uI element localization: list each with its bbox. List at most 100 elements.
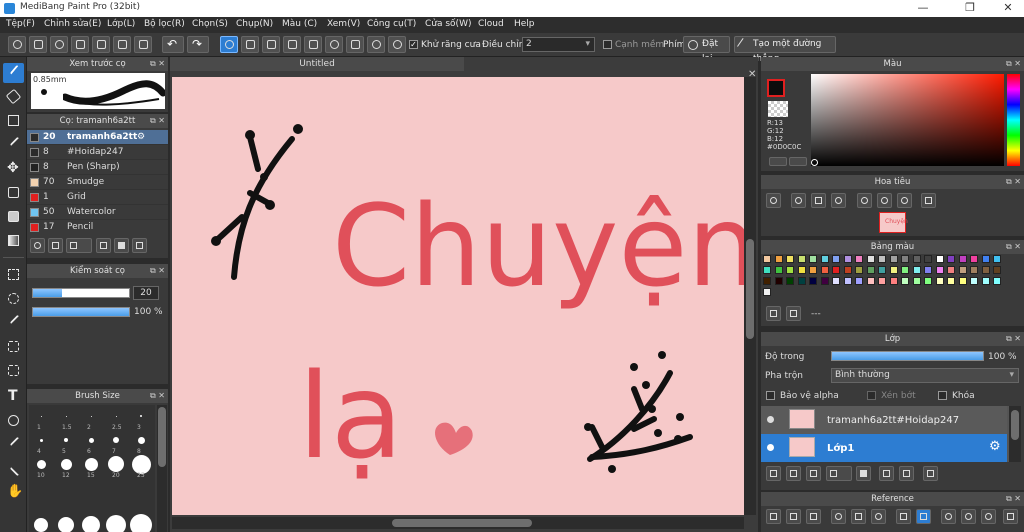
delete-layer-icon[interactable] [923, 466, 938, 481]
palette-add-icon[interactable] [766, 306, 781, 321]
palette-swatch[interactable] [912, 277, 921, 285]
brush-size-option[interactable] [90, 415, 92, 417]
palette-swatch[interactable] [843, 255, 852, 263]
eraser-tool-icon[interactable] [3, 87, 24, 107]
palette-swatch[interactable] [878, 255, 886, 263]
lock-checkbox[interactable] [938, 391, 947, 400]
document-tab[interactable]: Untitled [170, 57, 464, 71]
fit-screen-icon[interactable] [811, 193, 826, 208]
no-snap-icon[interactable] [220, 36, 238, 53]
palette-swatch[interactable] [901, 277, 909, 285]
palette-swatch[interactable] [981, 266, 990, 274]
brush-item[interactable]: 70 Smudge [27, 175, 168, 190]
eyedropper-tool-icon[interactable] [3, 435, 26, 455]
reference-rotate-left-icon[interactable] [941, 509, 956, 524]
palette-swatch[interactable] [958, 277, 967, 285]
palette-swatch[interactable] [763, 288, 771, 296]
reference-close-icon[interactable] [806, 509, 821, 524]
palette-swatch[interactable] [901, 255, 909, 263]
palette-swatch[interactable] [993, 255, 1001, 263]
palette-swatch[interactable] [889, 255, 898, 263]
cross-snap-icon[interactable] [262, 36, 280, 53]
settings-gear-icon[interactable] [388, 36, 406, 53]
brush-size-option[interactable] [84, 457, 98, 471]
comment-icon[interactable] [50, 36, 68, 53]
palette-swatch[interactable] [958, 255, 967, 263]
palette-swatch[interactable] [981, 255, 990, 263]
line-tool-icon[interactable] [3, 135, 26, 155]
reference-open-icon[interactable] [786, 509, 801, 524]
menu-view[interactable]: Xem(V) [327, 19, 360, 29]
layer-opacity-slider[interactable] [831, 351, 984, 361]
palette-swatch[interactable] [935, 266, 944, 274]
redo-icon[interactable]: ↷ [187, 36, 209, 53]
soft-edge-checkbox[interactable] [603, 40, 612, 49]
palette-swatch[interactable] [774, 255, 783, 263]
brush-size-option[interactable] [40, 415, 42, 417]
ellipse-snap-icon[interactable] [367, 36, 385, 53]
color-remove-icon[interactable] [789, 157, 807, 166]
reference-zoom-out-icon[interactable] [871, 509, 886, 524]
brush-opacity-slider[interactable] [32, 307, 130, 317]
palette-swatch[interactable] [832, 266, 840, 274]
brush-size-option[interactable] [137, 436, 145, 444]
palette-swatch[interactable] [809, 255, 817, 263]
grid-icon[interactable] [113, 36, 131, 53]
palette-swatch[interactable] [797, 277, 806, 285]
palette-delete-icon[interactable] [786, 306, 801, 321]
layer-row[interactable]: tramanh6a2tt#Hoidap247 [761, 406, 1007, 434]
palette-swatch[interactable] [924, 255, 932, 263]
layer-row-selected[interactable]: Lớp1 ⚙ [761, 434, 1007, 462]
menu-filter[interactable]: Bộ lọc(R) [144, 19, 185, 29]
select-eraser-icon[interactable] [3, 361, 24, 381]
palette-swatch[interactable] [993, 266, 1001, 274]
brush-item[interactable]: 8 #Hoidap247 [27, 145, 168, 160]
text-tool-icon[interactable]: T [3, 387, 24, 407]
palette-swatch[interactable] [809, 266, 817, 274]
reference-eyedropper-icon[interactable] [896, 509, 911, 524]
undo-icon[interactable]: ↶ [162, 36, 184, 53]
reference-hand-icon[interactable] [916, 509, 931, 524]
brush-size-option[interactable] [36, 459, 46, 469]
move-tool-icon[interactable]: ✥ [3, 159, 24, 179]
brush-tool-icon[interactable] [3, 63, 26, 83]
menu-window[interactable]: Cửa số(W) [425, 19, 471, 29]
menu-tools[interactable]: Công cụ(T) [367, 19, 416, 29]
palette-swatch[interactable] [820, 277, 829, 285]
brush-size-option[interactable] [64, 438, 68, 442]
palette-swatch[interactable] [924, 266, 932, 274]
brush-size-slider[interactable] [32, 288, 130, 298]
palette-swatch[interactable] [912, 255, 921, 263]
document-icon[interactable] [71, 36, 89, 53]
canvas-vertical-scrollbar[interactable] [744, 77, 756, 515]
new-layer-icon[interactable] [766, 466, 781, 481]
zoom-in-2-icon[interactable] [791, 193, 806, 208]
zoom-in-icon[interactable] [766, 193, 781, 208]
rect-tool-icon[interactable] [3, 111, 24, 131]
palette-swatch[interactable] [947, 277, 955, 285]
curve-snap-icon[interactable] [346, 36, 364, 53]
duplicate-icon[interactable] [132, 238, 147, 253]
palette-swatch[interactable] [981, 277, 990, 285]
radial-snap-icon[interactable] [304, 36, 322, 53]
brush-size-option[interactable] [113, 437, 119, 443]
brush-size-option[interactable] [58, 517, 74, 532]
palette-swatch[interactable] [901, 266, 909, 274]
add-brush-menu-icon[interactable] [66, 238, 92, 253]
color-add-icon[interactable] [769, 157, 787, 166]
palette-swatch[interactable] [878, 266, 886, 274]
brush-item[interactable]: 17 Pencil [27, 220, 168, 234]
rotate-reset-icon[interactable] [877, 193, 892, 208]
palette-swatch[interactable] [866, 277, 875, 285]
clipping-checkbox[interactable] [867, 391, 876, 400]
brush-size-option[interactable] [131, 454, 151, 474]
blend-mode-select[interactable]: Bình thường [831, 368, 1019, 383]
palette-swatch[interactable] [912, 266, 921, 274]
merge-layer-icon[interactable] [899, 466, 914, 481]
palette-swatch[interactable] [832, 277, 840, 285]
brush-item[interactable]: 8 Pen (Sharp) [27, 160, 168, 175]
layer-folder-icon[interactable] [856, 466, 871, 481]
menu-help[interactable]: Help [514, 19, 535, 29]
brush-size-option[interactable] [130, 514, 152, 532]
palette-swatch[interactable] [774, 266, 783, 274]
